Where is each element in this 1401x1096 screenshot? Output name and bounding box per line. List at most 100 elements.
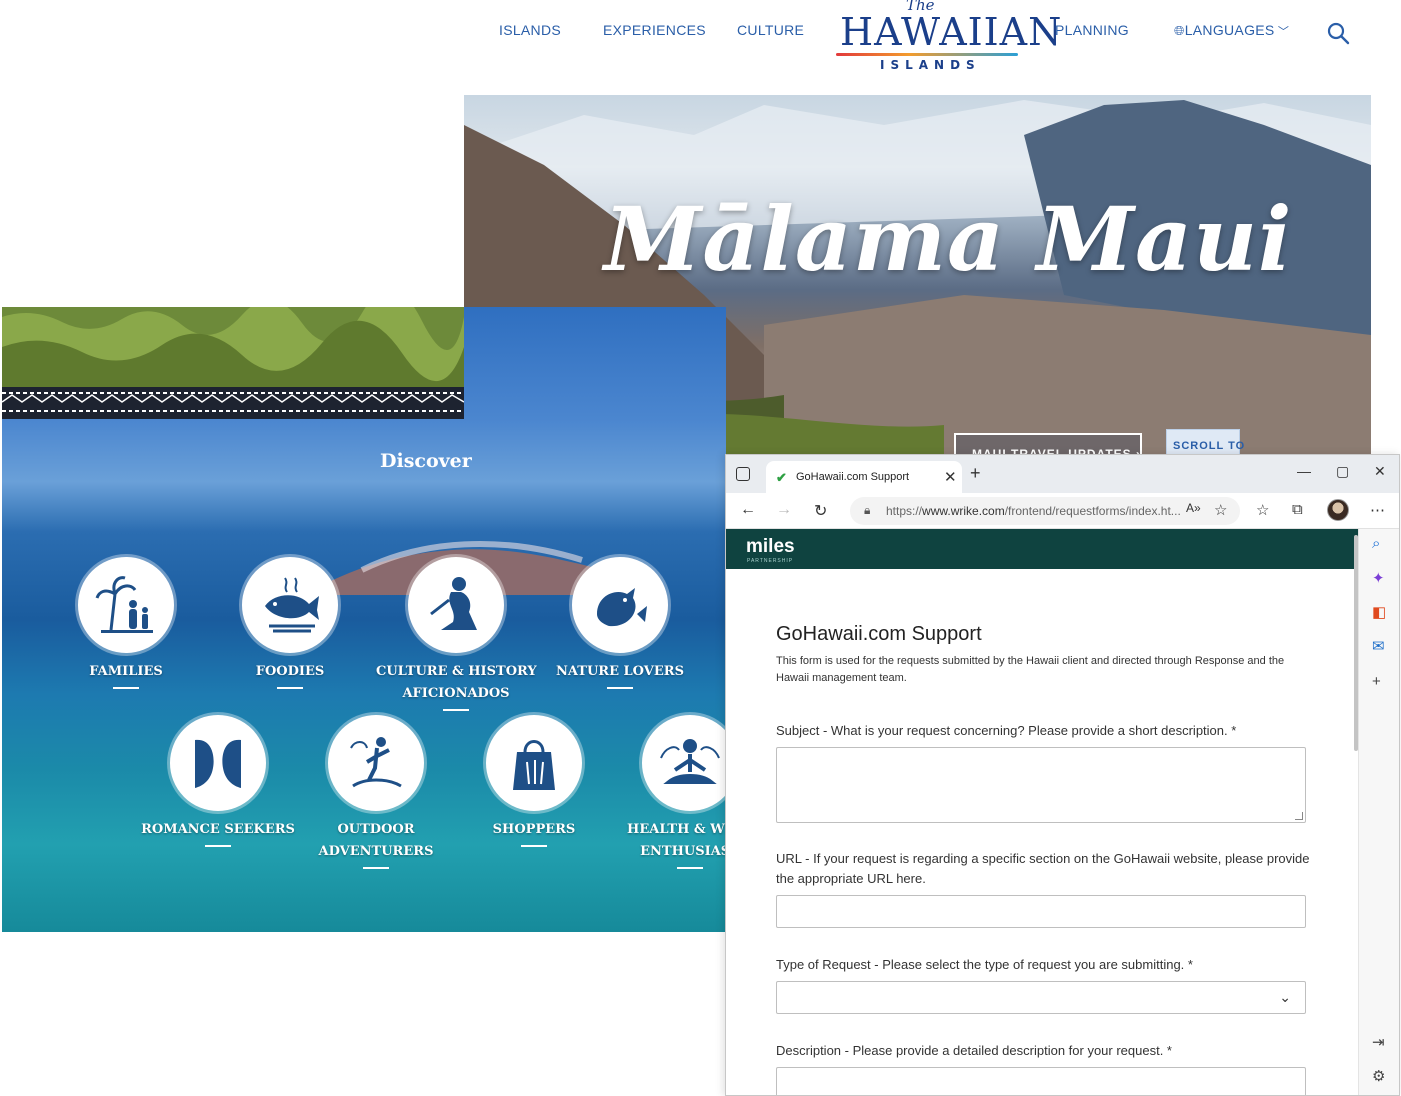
category-label: CULTURE & HISTORY AFICIONADOS (376, 661, 537, 705)
hawaiian-islands-logo[interactable]: The HAWAIIAN ISLANDS (832, 0, 1061, 80)
edge-sidebar: ⌕ ✦ ◧ ✉ + ⇥ ⚙ (1358, 529, 1399, 1095)
hula-icon (408, 557, 504, 653)
add-favorite-icon[interactable]: ☆ (1214, 501, 1227, 519)
category-label-line1: CULTURE & HISTORY (376, 664, 537, 679)
back-icon[interactable]: ← (740, 501, 756, 519)
category-label: FAMILIES (89, 664, 163, 679)
miles-logo-sub: PARTNERSHIP (747, 558, 794, 564)
globe-icon: 🌐︎ (1174, 23, 1185, 38)
nav-languages-label: LANGUAGES (1184, 22, 1275, 38)
minimize-icon[interactable]: — (1297, 463, 1311, 479)
url-text: https://www.wrike.com/frontend/requestfo… (886, 504, 1181, 518)
nav-experiences[interactable]: EXPERIENCES (603, 22, 706, 38)
category-rule (113, 687, 139, 689)
chevron-down-icon: ﹀ (1274, 26, 1290, 38)
logo-islands: ISLANDS (880, 58, 981, 72)
category-families[interactable]: FAMILIES (46, 557, 206, 689)
foliage-strip (2, 307, 464, 419)
more-menu-icon[interactable]: ⋯ (1370, 501, 1385, 519)
subject-label: Subject - What is your request concernin… (776, 723, 1237, 738)
category-label: ROMANCE SEEKERS (141, 822, 295, 837)
subject-textarea[interactable] (776, 747, 1306, 823)
read-aloud-icon[interactable]: A» (1186, 501, 1201, 515)
checkmark-icon: ✔ (776, 470, 787, 485)
category-label: FOODIES (255, 664, 325, 679)
search-icon[interactable]: ⌕ (1372, 535, 1380, 552)
tab-gohawaii-support[interactable]: ✔ GoHawaii.com Support ✕ (766, 461, 962, 493)
nav-islands[interactable]: ISLANDS (499, 22, 561, 38)
collections-icon[interactable]: ⧉ (1292, 501, 1303, 518)
fish-icon (242, 557, 338, 653)
favorites-icon[interactable]: ☆ (1256, 501, 1269, 519)
category-rule (521, 845, 547, 847)
category-label: OUTDOOR ADVENTURERS (296, 819, 456, 863)
tab-actions-icon[interactable] (736, 467, 750, 481)
maximize-icon[interactable]: ▢ (1336, 463, 1349, 480)
nav-languages[interactable]: 🌐︎LANGUAGES ﹀ (1174, 22, 1289, 39)
brand-bar: miles PARTNERSHIP (726, 529, 1358, 569)
office-icon[interactable]: ◧ (1372, 603, 1386, 621)
site-header: ISLANDS EXPERIENCES CULTURE The HAWAIIAN… (0, 0, 1401, 92)
shopping-bag-icon (486, 715, 582, 811)
url-input[interactable] (776, 895, 1306, 928)
miles-logo: miles (746, 536, 795, 557)
url-path: /frontend/requestforms/index.ht... (1004, 504, 1181, 518)
outlook-icon[interactable]: ✉ (1372, 637, 1385, 655)
category-culture-history[interactable]: CULTURE & HISTORY AFICIONADOS (376, 557, 537, 711)
category-nature-lovers[interactable]: NATURE LOVERS (540, 557, 700, 689)
category-label-line1: OUTDOOR (337, 822, 415, 837)
discover-title: Discover (380, 450, 472, 472)
category-label-line2: ADVENTURERS (318, 844, 434, 859)
category-romance-seekers[interactable]: ROMANCE SEEKERS (138, 715, 298, 847)
browser-window: ✔ GoHawaii.com Support ✕ + — ▢ ✕ ← → ↻ 🔒… (725, 454, 1400, 1096)
category-label-line2: ENTHUSIAST (640, 844, 726, 859)
category-health-wellness[interactable]: HEALTH & WELL ENTHUSIAST (610, 715, 726, 869)
category-label: NATURE LOVERS (556, 664, 684, 679)
hero-title: Mālama Maui (604, 187, 1293, 291)
close-window-icon[interactable]: ✕ (1374, 463, 1386, 480)
description-label: Description - Please provide a detailed … (776, 1043, 1172, 1058)
form-page: miles PARTNERSHIP GoHawaii.com Support T… (726, 529, 1358, 1095)
chevron-down-icon: ⌄ (1279, 989, 1291, 1005)
tab-title: GoHawaii.com Support (796, 471, 910, 483)
nav-planning[interactable]: PLANNING (1055, 22, 1129, 38)
couple-icon (170, 715, 266, 811)
url-field[interactable]: 🔒︎ https://www.wrike.com/frontend/reques… (850, 497, 1240, 525)
forward-icon[interactable]: → (776, 501, 792, 519)
nav-culture[interactable]: CULTURE (737, 22, 804, 38)
category-rule (607, 687, 633, 689)
type-label: Type of Request - Please select the type… (776, 957, 1193, 972)
refresh-icon[interactable]: ↻ (814, 501, 827, 521)
lock-icon: 🔒︎ (864, 503, 871, 517)
category-rule (205, 845, 231, 847)
close-tab-icon[interactable]: ✕ (944, 468, 957, 486)
surfer-icon (328, 715, 424, 811)
category-label: SHOPPERS (492, 822, 576, 837)
category-outdoor-adventurers[interactable]: OUTDOOR ADVENTURERS (296, 715, 456, 869)
category-rule (677, 867, 703, 869)
url-label: URL - If your request is regarding a spe… (776, 851, 1310, 886)
category-shoppers[interactable]: SHOPPERS (454, 715, 614, 847)
meditation-icon (642, 715, 726, 811)
search-icon[interactable] (1326, 21, 1350, 45)
url-host: www.wrike.com (922, 504, 1005, 518)
copilot-icon[interactable]: ✦ (1372, 569, 1385, 587)
resize-handle-icon[interactable] (1295, 812, 1303, 820)
settings-gear-icon[interactable]: ⚙ (1372, 1067, 1385, 1085)
tab-strip: ✔ GoHawaii.com Support ✕ + — ▢ ✕ (726, 455, 1399, 493)
form-title: GoHawaii.com Support (776, 623, 982, 645)
category-label-line1: HEALTH & WELL (627, 822, 726, 837)
logo-underline (836, 53, 1018, 56)
new-tab-icon[interactable]: + (970, 463, 981, 484)
profile-avatar[interactable] (1327, 499, 1349, 521)
category-label: HEALTH & WELL ENTHUSIAST (610, 819, 726, 863)
hide-sidebar-icon[interactable]: ⇥ (1372, 1033, 1385, 1051)
category-foodies[interactable]: FOODIES (210, 557, 370, 689)
description-textarea[interactable] (776, 1067, 1306, 1095)
address-bar: ← → ↻ 🔒︎ https://www.wrike.com/frontend/… (726, 493, 1399, 529)
families-icon (78, 557, 174, 653)
request-type-select[interactable]: ⌄ (776, 981, 1306, 1014)
category-rule (277, 687, 303, 689)
add-sidebar-app-icon[interactable]: + (1372, 673, 1381, 690)
category-label-line2: AFICIONADOS (402, 686, 510, 701)
